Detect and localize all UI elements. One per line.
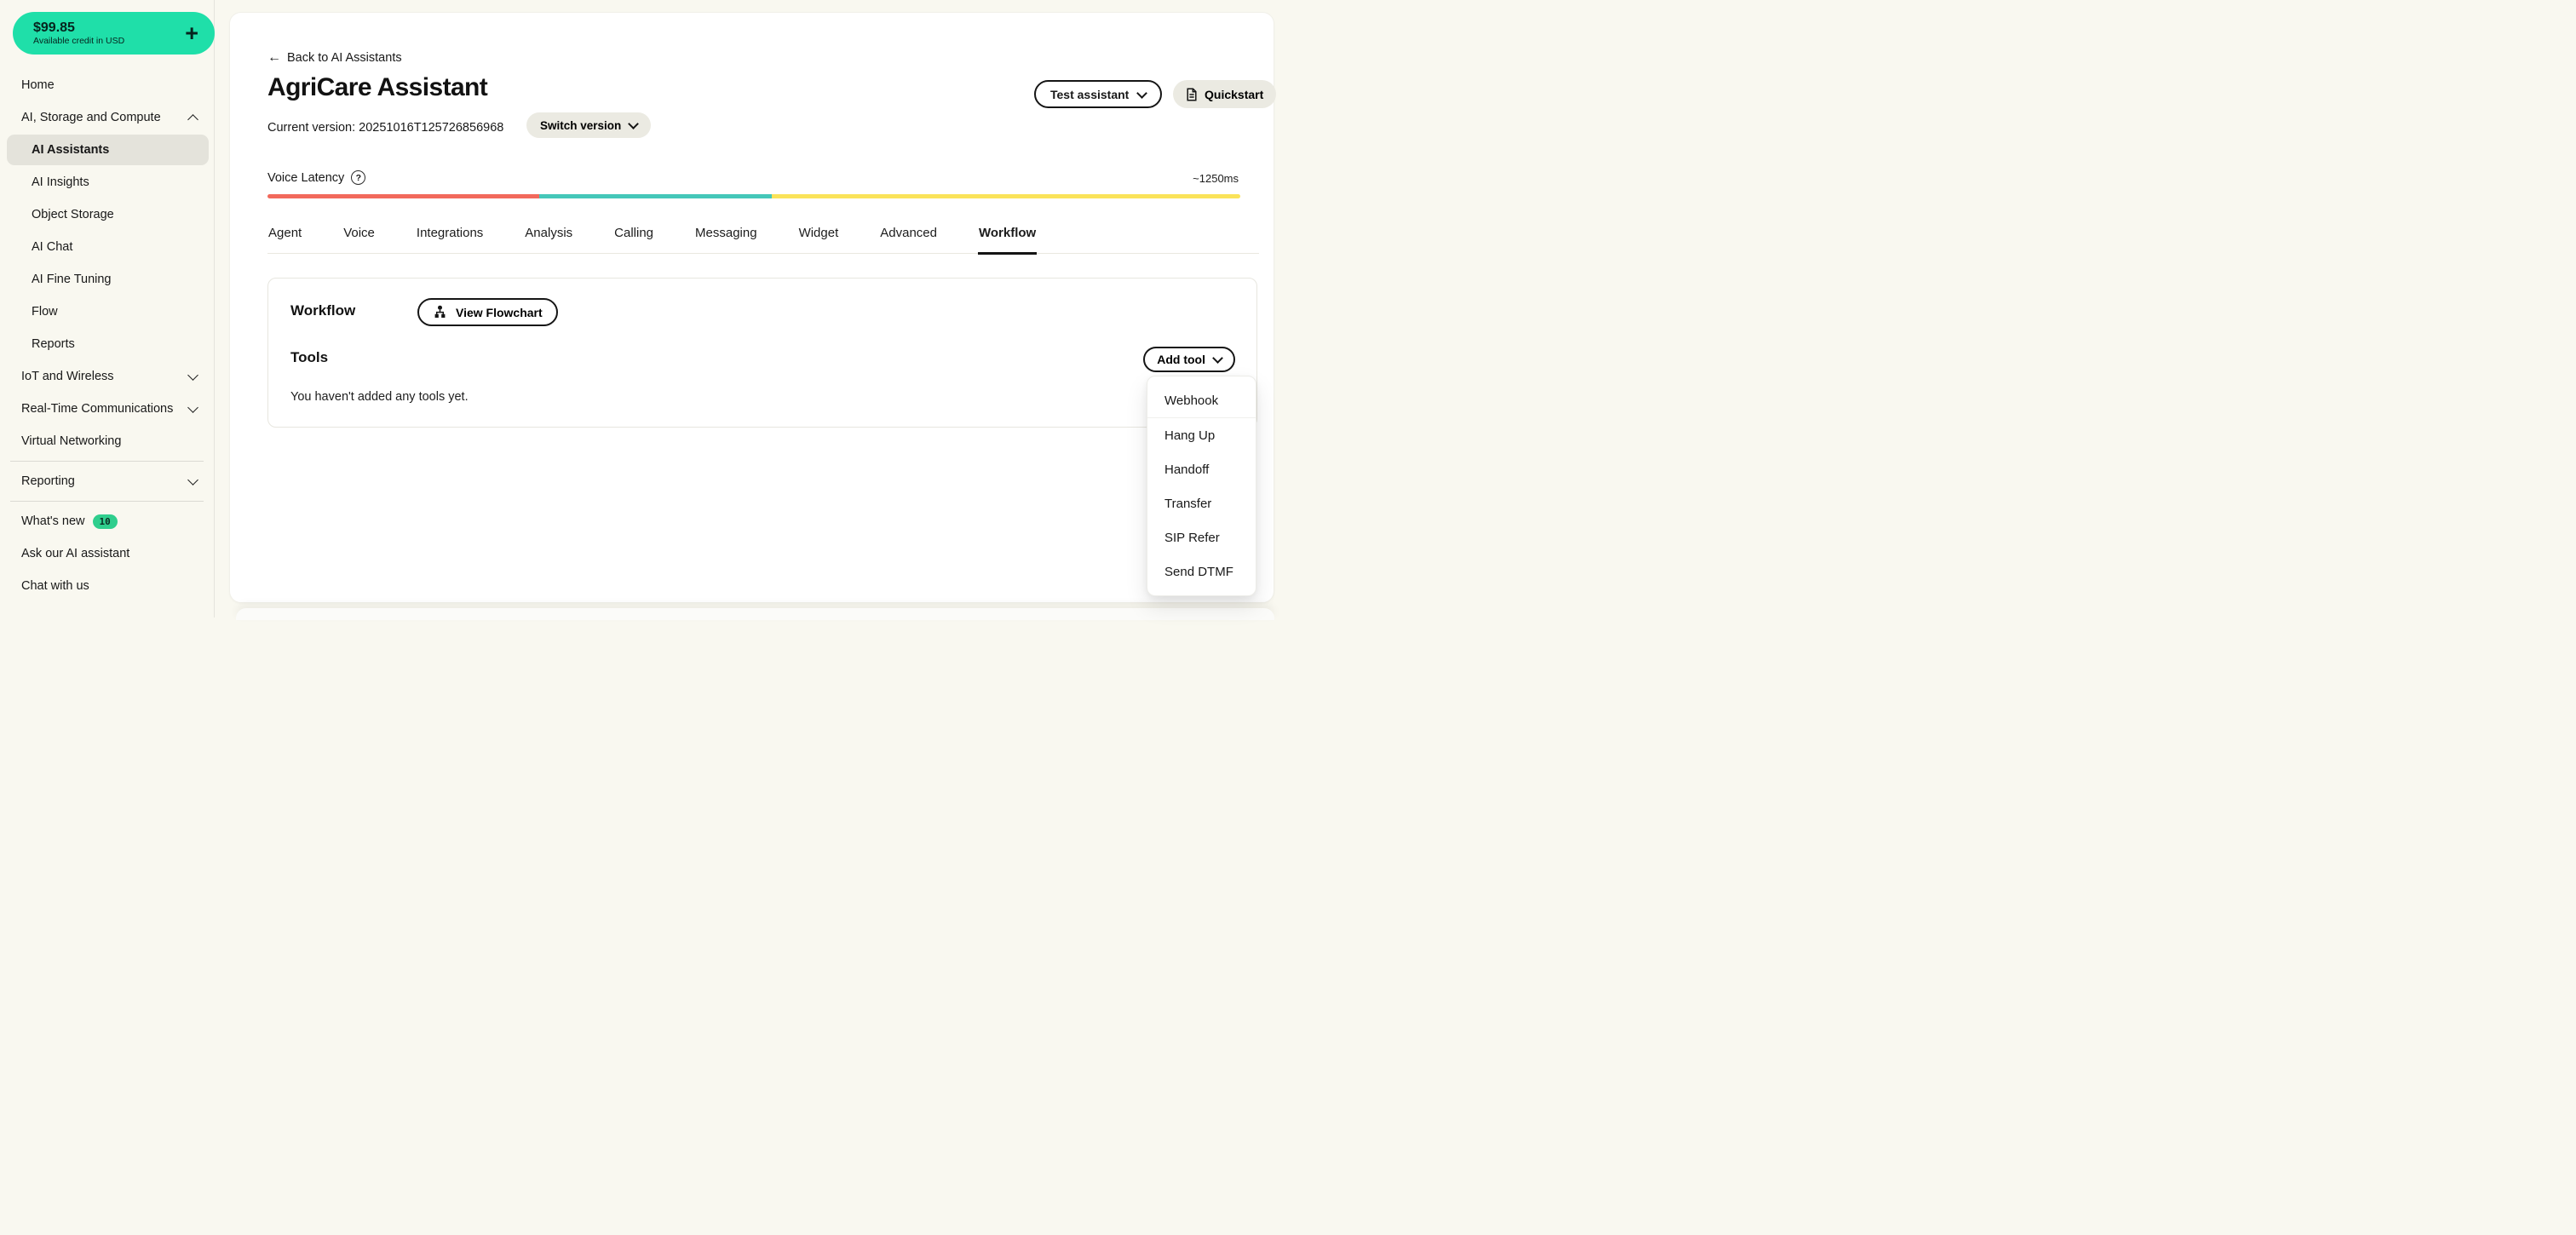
add-tool-dropdown-menu: Webhook Hang Up Handoff Transfer SIP Ref…	[1147, 376, 1256, 596]
sidebar-item-reporting[interactable]: Reporting	[0, 465, 214, 497]
chevron-down-icon	[187, 474, 198, 485]
sidebar-item-label: Virtual Networking	[21, 434, 121, 448]
menu-item-transfer[interactable]: Transfer	[1147, 486, 1256, 520]
switch-version-button[interactable]: Switch version	[526, 112, 651, 138]
menu-item-hang-up[interactable]: Hang Up	[1147, 418, 1256, 452]
back-link-label: Back to AI Assistants	[287, 51, 402, 65]
view-flowchart-button[interactable]: View Flowchart	[417, 298, 558, 326]
sidebar-item-label: IoT and Wireless	[21, 370, 114, 383]
credit-label: Available credit in USD	[33, 36, 124, 47]
credit-amount: $99.85	[33, 20, 124, 36]
tab-messaging[interactable]: Messaging	[694, 226, 758, 255]
credit-info: $99.85 Available credit in USD	[33, 20, 124, 47]
sidebar-item-chat-with-us[interactable]: Chat with us	[0, 570, 214, 602]
quickstart-label: Quickstart	[1205, 88, 1263, 101]
tools-heading: Tools	[290, 349, 328, 366]
sidebar-item-flow[interactable]: Flow	[0, 296, 214, 328]
sidebar-item-ai-insights[interactable]: AI Insights	[0, 166, 214, 198]
switch-version-label: Switch version	[540, 119, 621, 132]
sidebar-item-label: Flow	[32, 305, 58, 319]
chevron-down-icon	[187, 370, 198, 381]
whats-new-count-badge: 10	[93, 514, 118, 529]
tab-agent[interactable]: Agent	[267, 226, 302, 255]
help-icon[interactable]: ?	[351, 170, 365, 185]
sidebar-item-ai-chat[interactable]: AI Chat	[0, 231, 214, 263]
tab-advanced[interactable]: Advanced	[879, 226, 938, 255]
sidebar-item-label: Object Storage	[32, 208, 114, 221]
credit-balance-badge[interactable]: $99.85 Available credit in USD +	[13, 12, 215, 55]
sidebar-item-label: Home	[21, 78, 55, 92]
menu-item-send-dtmf[interactable]: Send DTMF	[1147, 554, 1256, 589]
sidebar-item-ask-ai-assistant[interactable]: Ask our AI assistant	[0, 537, 214, 570]
voice-latency-label: Voice Latency ?	[267, 170, 365, 185]
test-assistant-button[interactable]: Test assistant	[1034, 80, 1162, 108]
flowchart-icon	[433, 305, 447, 319]
main-content-card: ← Back to AI Assistants AgriCare Assista…	[229, 12, 1274, 603]
workflow-panel: Workflow View Flowchart Tools Add tool Y…	[267, 278, 1257, 428]
sidebar-item-label: Ask our AI assistant	[21, 547, 129, 560]
view-flowchart-label: View Flowchart	[456, 306, 543, 319]
sidebar-item-virtual-networking[interactable]: Virtual Networking	[0, 425, 214, 457]
quickstart-button[interactable]: Quickstart	[1173, 80, 1276, 108]
tab-integrations[interactable]: Integrations	[416, 226, 484, 255]
tab-voice[interactable]: Voice	[342, 226, 376, 255]
sidebar-item-label: AI Chat	[32, 240, 72, 254]
sidebar-item-label: AI Assistants	[32, 143, 109, 157]
sidebar-item-iot-wireless[interactable]: IoT and Wireless	[0, 360, 214, 393]
sidebar-item-label: Reporting	[21, 474, 75, 488]
test-assistant-label: Test assistant	[1050, 88, 1129, 101]
sidebar-item-label: AI Fine Tuning	[32, 273, 112, 286]
sidebar-divider	[10, 461, 204, 462]
chevron-down-icon	[1136, 88, 1147, 99]
latency-value: ~1250ms	[1193, 172, 1239, 185]
sidebar-item-home[interactable]: Home	[0, 69, 214, 101]
chevron-down-icon	[1212, 353, 1223, 364]
tab-workflow[interactable]: Workflow	[978, 226, 1037, 255]
tab-calling[interactable]: Calling	[613, 226, 654, 255]
sidebar-item-label: What's new	[21, 514, 85, 528]
tools-empty-message: You haven't added any tools yet.	[290, 390, 469, 404]
sidebar-divider	[10, 501, 204, 502]
add-tool-button[interactable]: Add tool	[1143, 347, 1235, 372]
voice-latency-text: Voice Latency	[267, 171, 344, 185]
sidebar-item-ai-fine-tuning[interactable]: AI Fine Tuning	[0, 263, 214, 296]
sidebar: $99.85 Available credit in USD + Home AI…	[0, 0, 215, 618]
sidebar-item-ai-storage-compute[interactable]: AI, Storage and Compute	[0, 101, 214, 134]
document-icon	[1186, 88, 1198, 101]
chevron-up-icon	[187, 114, 198, 125]
workflow-heading: Workflow	[290, 302, 355, 319]
tab-widget[interactable]: Widget	[798, 226, 840, 255]
latency-segment-low	[267, 194, 539, 198]
sidebar-item-ai-assistants[interactable]: AI Assistants	[7, 135, 209, 165]
current-version-text: Current version: 20251016T125726856968	[267, 121, 503, 135]
menu-item-webhook[interactable]: Webhook	[1147, 383, 1256, 417]
tab-analysis[interactable]: Analysis	[524, 226, 573, 255]
add-tool-label: Add tool	[1157, 353, 1205, 366]
sidebar-item-real-time-communications[interactable]: Real-Time Communications	[0, 393, 214, 425]
page-title: AgriCare Assistant	[267, 73, 487, 102]
sidebar-item-reports[interactable]: Reports	[0, 328, 214, 360]
menu-item-sip-refer[interactable]: SIP Refer	[1147, 520, 1256, 554]
sidebar-item-whats-new[interactable]: What's new 10	[0, 505, 214, 537]
back-to-ai-assistants-link[interactable]: ← Back to AI Assistants	[267, 51, 402, 65]
latency-bar	[267, 194, 1240, 198]
tab-bar: Agent Voice Integrations Analysis Callin…	[267, 226, 1259, 254]
chevron-down-icon	[187, 402, 198, 413]
sidebar-nav: Home AI, Storage and Compute AI Assistan…	[0, 69, 214, 602]
sidebar-item-object-storage[interactable]: Object Storage	[0, 198, 214, 231]
sidebar-item-label: Real-Time Communications	[21, 402, 173, 416]
sidebar-item-label: AI Insights	[32, 175, 89, 189]
latency-segment-mid	[539, 194, 772, 198]
sidebar-item-label: Reports	[32, 337, 75, 351]
sidebar-item-label: Chat with us	[21, 579, 89, 593]
bottom-panel-edge	[236, 608, 1274, 620]
menu-item-handoff[interactable]: Handoff	[1147, 452, 1256, 486]
latency-segment-high	[772, 194, 1240, 198]
back-arrow-icon: ←	[267, 52, 281, 64]
add-credit-icon[interactable]: +	[185, 22, 198, 45]
sidebar-item-label: AI, Storage and Compute	[21, 111, 161, 124]
chevron-down-icon	[628, 118, 639, 129]
